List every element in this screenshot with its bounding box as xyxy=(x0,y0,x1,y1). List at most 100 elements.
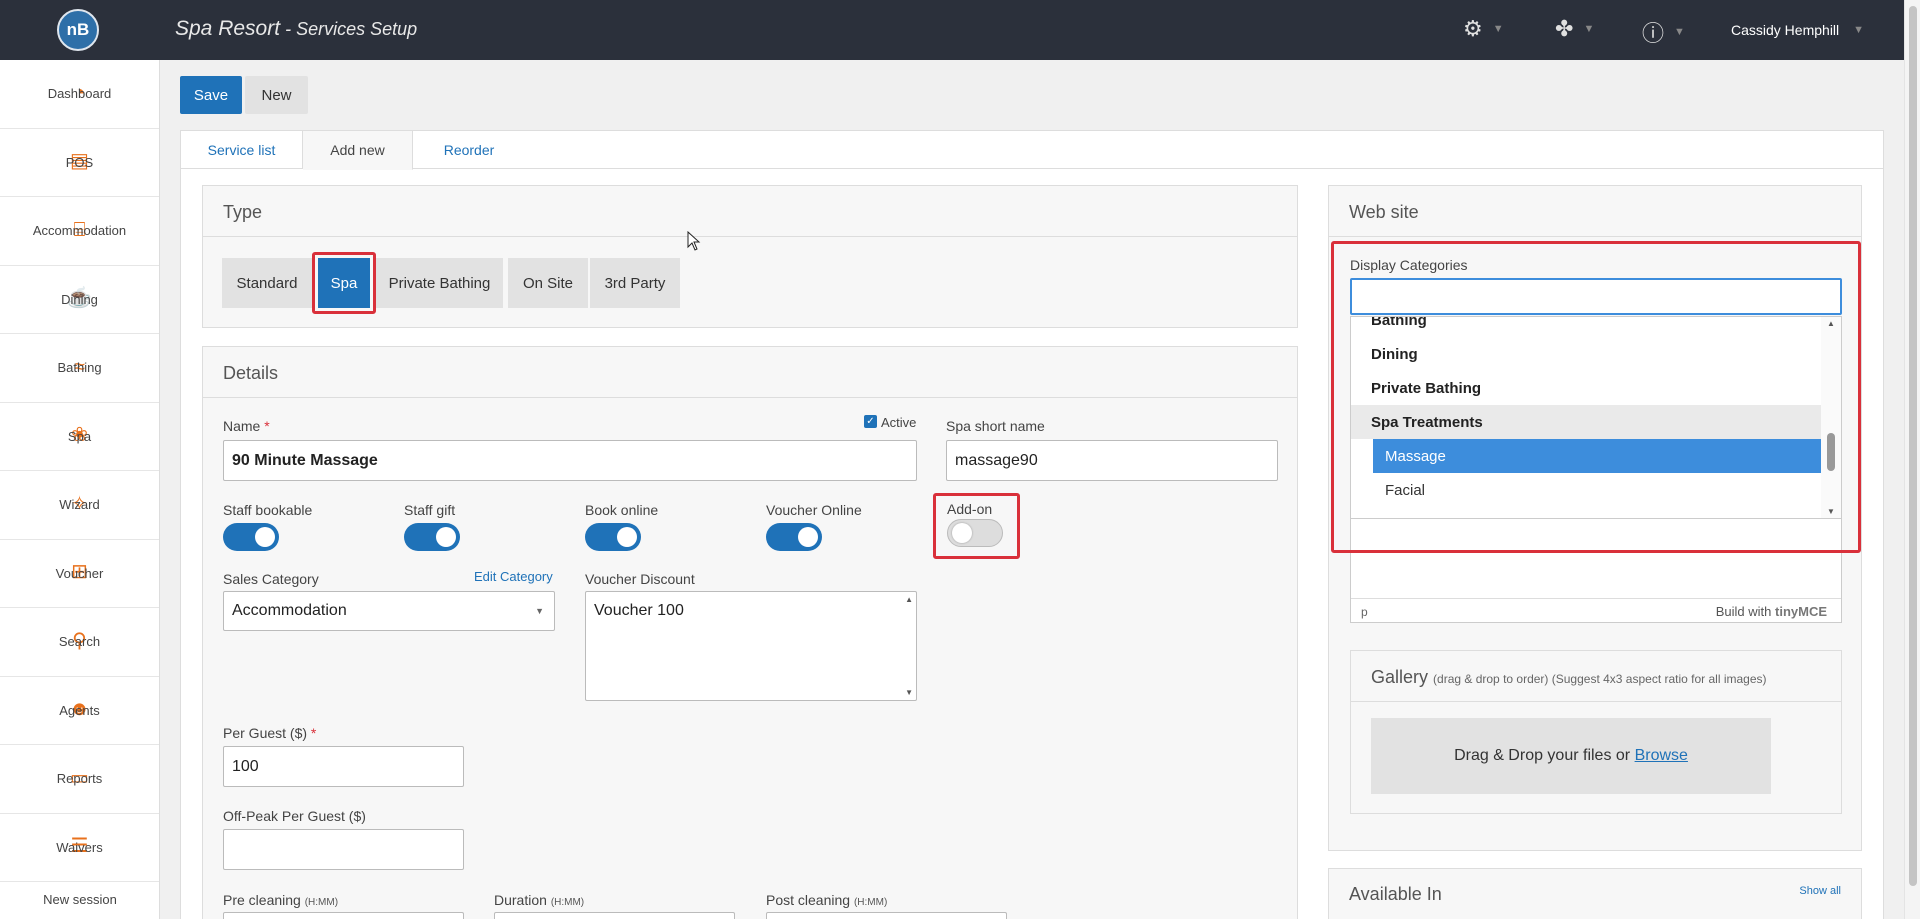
gears-icon: ⚙ xyxy=(1463,16,1483,41)
time-hint: (H:MM) xyxy=(304,897,339,908)
details-panel-title: Details xyxy=(223,363,279,383)
page-title-separator: - xyxy=(280,19,297,39)
scroll-down-icon[interactable]: ▼ xyxy=(1827,507,1835,516)
voucher-discount-label: Voucher Discount xyxy=(585,571,695,587)
file-drop-zone[interactable]: Drag & Drop your files or Browse xyxy=(1371,718,1771,794)
browse-link[interactable]: Browse xyxy=(1635,747,1688,765)
show-all-link[interactable]: Show all xyxy=(1799,885,1841,897)
edit-category-link[interactable]: Edit Category xyxy=(474,569,553,584)
active-checkbox[interactable]: ✓ xyxy=(864,415,877,428)
sidebar-item-voucher[interactable]: ⊞ Voucher xyxy=(0,540,159,608)
help-menu[interactable]: ⓘ ▼ xyxy=(1642,16,1685,48)
type-panel-title: Type xyxy=(223,202,263,222)
duration-input[interactable] xyxy=(494,912,735,919)
editor-statusbar: p Build with tinyMCE xyxy=(1351,598,1841,622)
list-option-massage[interactable]: Massage xyxy=(1373,439,1821,473)
sidebar-item-label: Spa xyxy=(67,428,92,444)
sidebar-item-spa[interactable]: ❀ Spa xyxy=(0,403,159,471)
sidebar-item-dashboard[interactable]: ◔ Dashboard xyxy=(0,60,159,129)
scroll-up-icon[interactable]: ▲ xyxy=(905,595,913,604)
type-on-site-button[interactable]: On Site xyxy=(508,258,588,308)
staff-bookable-toggle[interactable] xyxy=(223,523,279,551)
list-scrollbar[interactable]: ▲ ▼ xyxy=(1821,317,1841,518)
scroll-thumb[interactable] xyxy=(1827,433,1835,471)
display-categories-search[interactable] xyxy=(1350,278,1842,315)
website-panel-title: Web site xyxy=(1349,202,1419,222)
time-hint: (H:MM) xyxy=(550,897,585,908)
list-group: Dining xyxy=(1371,345,1418,363)
type-spa-button[interactable]: Spa xyxy=(318,258,370,308)
editor-credit-text: Build with xyxy=(1715,604,1772,619)
sidebar-item-accommodation[interactable]: ⌸ Accommodation xyxy=(0,197,159,266)
top-bar: nB Spa Resort - Services Setup ⚙ ▼ ✤ ▼ ⓘ ▼ … xyxy=(0,0,1920,60)
gallery-hint: (drag & drop to order) (Suggest 4x3 aspe… xyxy=(1433,672,1767,686)
display-categories-list: Bathing Dining Private Bathing Spa Treat… xyxy=(1350,316,1842,519)
active-label: Active xyxy=(881,415,917,430)
sidebar-item-pos[interactable]: ▤ POS xyxy=(0,129,159,197)
sidebar-item-search[interactable]: ⚲ Search xyxy=(0,608,159,677)
sidebar-item-bathing[interactable]: ≈ Bathing xyxy=(0,334,159,403)
chevron-down-icon: ▼ xyxy=(1674,26,1685,38)
duration-label-text: Duration xyxy=(494,892,547,908)
page-scrollbar[interactable] xyxy=(1904,0,1920,919)
voucher-discount-list[interactable]: Voucher 100 ▲ ▼ xyxy=(585,591,917,701)
sidebar-item-agents[interactable]: ☻ Agents xyxy=(0,677,159,745)
sidebar-item-dining[interactable]: ☕ Dining xyxy=(0,266,159,334)
sidebar-item-wizard[interactable]: ✧ Wizard xyxy=(0,471,159,540)
offpeak-input[interactable] xyxy=(223,829,464,870)
staff-bookable-label: Staff bookable xyxy=(223,502,313,518)
tab-reorder[interactable]: Reorder xyxy=(413,131,525,169)
tab-add-new[interactable]: Add new xyxy=(303,131,413,170)
sales-category-value: Accommodation xyxy=(232,602,347,619)
pre-cleaning-label-text: Pre cleaning xyxy=(223,892,301,908)
user-name: Cassidy Hemphill xyxy=(1731,22,1840,38)
add-on-label: Add-on xyxy=(947,501,993,517)
type-3rd-party-button[interactable]: 3rd Party xyxy=(590,258,680,308)
page-title-main: Spa Resort xyxy=(175,17,281,40)
sidebar-item-label: Accommodation xyxy=(32,223,127,239)
name-input[interactable]: 90 Minute Massage xyxy=(223,440,917,481)
add-on-toggle[interactable] xyxy=(947,519,1003,547)
settings-menu[interactable]: ⚙ ▼ xyxy=(1463,16,1504,42)
list-option-facial[interactable]: Facial xyxy=(1373,473,1821,507)
page-title-sub: Services Setup xyxy=(296,19,418,39)
sidebar-item-waivers[interactable]: ☰ Waivers xyxy=(0,814,159,882)
per-guest-input[interactable]: 100 xyxy=(223,746,464,787)
type-private-bathing-button[interactable]: Private Bathing xyxy=(376,258,503,308)
book-online-toggle[interactable] xyxy=(585,523,641,551)
new-session-link[interactable]: New session xyxy=(0,879,160,919)
sidebar-item-label: Dining xyxy=(61,291,98,307)
staff-gift-toggle[interactable] xyxy=(404,523,460,551)
sidebar-item-reports[interactable]: ▭ Reports xyxy=(0,745,159,814)
pre-cleaning-input[interactable] xyxy=(223,912,464,919)
gallery-title: Gallery (drag & drop to order) (Suggest … xyxy=(1371,667,1767,688)
offpeak-label: Off-Peak Per Guest ($) xyxy=(223,808,366,824)
short-name-input[interactable]: massage90 xyxy=(946,440,1278,481)
sidebar-item-label: POS xyxy=(65,154,94,170)
voucher-online-toggle[interactable] xyxy=(766,523,822,551)
sidebar: ◔ Dashboard ▤ POS ⌸ Accommodation ☕ Dining ≈… xyxy=(0,60,160,919)
editor-path: p xyxy=(1361,605,1368,619)
save-button[interactable]: Save xyxy=(180,76,242,114)
scroll-up-icon[interactable]: ▲ xyxy=(1827,319,1835,328)
voucher-discount-value: Voucher 100 xyxy=(594,602,684,619)
post-cleaning-input[interactable] xyxy=(766,912,1007,919)
sales-category-select[interactable]: Accommodation ▼ xyxy=(223,591,555,631)
user-menu[interactable]: Cassidy Hemphill ▼ xyxy=(1731,22,1864,38)
scroll-down-icon[interactable]: ▼ xyxy=(905,688,913,697)
list-group: Bathing xyxy=(1371,316,1427,329)
tab-service-list[interactable]: Service list xyxy=(181,131,303,169)
rich-text-editor[interactable]: p Build with tinyMCE xyxy=(1350,519,1842,623)
integrations-menu[interactable]: ✤ ▼ xyxy=(1555,16,1594,42)
sales-category-label: Sales Category xyxy=(223,571,319,587)
sidebar-item-label: Bathing xyxy=(57,360,102,376)
voucher-online-label: Voucher Online xyxy=(766,502,862,518)
sidebar-item-label: Voucher xyxy=(55,565,104,581)
scroll-thumb[interactable] xyxy=(1909,6,1917,886)
new-button[interactable]: New xyxy=(245,76,308,114)
list-group: Spa Treatments xyxy=(1351,405,1821,439)
drop-zone-text: Drag & Drop your files or xyxy=(1454,747,1631,764)
app-logo[interactable]: nB xyxy=(57,9,99,51)
sidebar-item-label: Waivers xyxy=(56,839,103,855)
type-standard-button[interactable]: Standard xyxy=(222,258,312,308)
